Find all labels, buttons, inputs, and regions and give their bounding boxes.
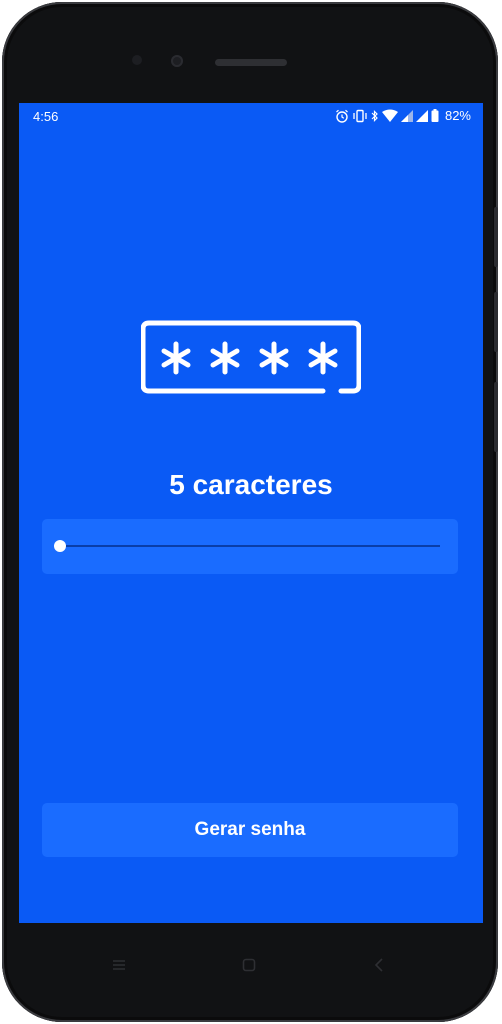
length-slider-track[interactable] (60, 545, 440, 547)
menu-button[interactable] (104, 950, 134, 980)
power-button (494, 382, 498, 452)
navigation-bar (19, 930, 483, 1000)
wifi-icon (381, 109, 398, 122)
length-slider-thumb[interactable] (54, 540, 66, 552)
volume-button (494, 207, 498, 267)
battery-percent: 82% (444, 108, 471, 123)
menu-icon (113, 960, 125, 970)
status-bar: 4:56 82% (19, 103, 483, 129)
back-icon (374, 958, 383, 972)
password-icon (141, 320, 361, 394)
signal-icon (415, 109, 428, 122)
vibrate-icon (353, 109, 367, 122)
status-icons: 82% (335, 108, 471, 123)
back-button[interactable] (364, 950, 394, 980)
length-slider-card (42, 519, 458, 574)
bluetooth-icon (371, 109, 378, 122)
alarm-icon (336, 109, 348, 123)
earpiece-speaker (215, 59, 287, 66)
generate-password-button[interactable]: Gerar senha (42, 803, 458, 857)
password-length-label: 5 caracteres (169, 469, 333, 500)
volume-button (494, 292, 498, 352)
front-camera (171, 55, 183, 67)
status-time: 4:56 (33, 109, 59, 124)
home-icon (242, 958, 256, 972)
home-button[interactable] (234, 950, 264, 980)
battery-icon (431, 109, 439, 122)
proximity-sensor (132, 55, 142, 65)
app-screen: 4:56 82% 5 caracteres Gerar senha (19, 103, 483, 923)
signal-icon (400, 109, 413, 122)
